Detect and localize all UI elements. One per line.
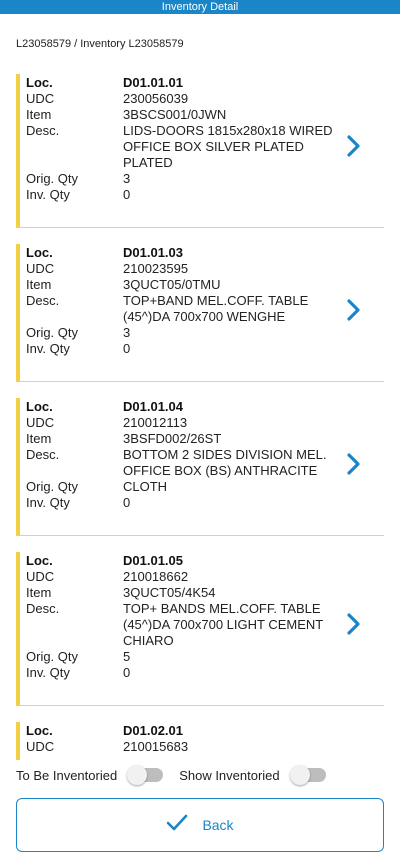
udc-value: 210012113 <box>123 415 188 430</box>
field-label: Desc. <box>26 123 60 138</box>
inventory-list[interactable]: Loc. D01.01.01 UDC 230056039 Item 3BSCS001/… <box>0 70 400 760</box>
field-label: Loc. <box>26 75 53 90</box>
toggle-knob <box>127 765 148 785</box>
show-inventoried-label: Show Inventoried <box>179 767 280 783</box>
inventory-card[interactable]: Loc. D01.01.01 UDC 230056039 Item 3BSCS001/… <box>16 70 384 228</box>
location-value: D01.01.04 <box>123 399 183 414</box>
chevron-right-icon[interactable] <box>344 452 364 476</box>
udc-value: 210015683 <box>123 739 189 754</box>
field-label: Desc. <box>26 293 60 308</box>
back-button[interactable]: Back <box>16 798 384 852</box>
description-value: TOP+BAND MEL.COFF. TABLE (45^)DA 700x700… <box>123 293 309 324</box>
show-inventoried-toggle[interactable] <box>289 765 326 785</box>
field-label: Item <box>26 431 52 446</box>
check-icon <box>166 814 188 837</box>
udc-value: 230056039 <box>123 91 189 106</box>
chevron-right-icon[interactable] <box>344 298 364 322</box>
orig-qty-value: CLOTH <box>123 479 168 494</box>
field-label: Orig. Qty <box>26 171 79 186</box>
chevron-right-icon[interactable] <box>344 612 364 636</box>
field-label: Loc. <box>26 399 53 414</box>
item-value: 3BSFD002/26ST <box>123 431 222 446</box>
field-label: Loc. <box>26 245 53 260</box>
inventory-card[interactable]: Loc. D01.02.01 UDC 210015683 <box>16 718 384 760</box>
field-label: Item <box>26 277 52 292</box>
toggle-knob <box>289 765 310 785</box>
field-label: Desc. <box>26 601 60 616</box>
field-label: Inv. Qty <box>26 187 70 202</box>
back-button-label: Back <box>202 817 234 833</box>
title-bar: Inventory Detail <box>0 0 400 14</box>
field-label: Orig. Qty <box>26 325 79 340</box>
location-value: D01.01.03 <box>123 245 183 260</box>
status-marker <box>16 74 20 227</box>
filter-toggles: To Be Inventoried Show Inventoried <box>16 764 384 786</box>
field-label: UDC <box>26 91 55 106</box>
field-label: UDC <box>26 415 55 430</box>
field-label: UDC <box>26 261 55 276</box>
description-value: TOP+ BANDS MEL.COFF. TABLE (45^)DA 700x7… <box>123 601 323 648</box>
field-label: Inv. Qty <box>26 665 70 680</box>
location-value: D01.02.01 <box>123 723 183 738</box>
status-marker <box>16 244 20 381</box>
inventory-card[interactable]: Loc. D01.01.03 UDC 210023595 Item 3QUCT05/0… <box>16 240 384 382</box>
field-label: Inv. Qty <box>26 341 70 356</box>
field-label: Orig. Qty <box>26 649 79 664</box>
item-value: 3QUCT05/0TMU <box>123 277 221 292</box>
field-label: Item <box>26 107 52 122</box>
orig-qty-value: 3 <box>123 325 131 340</box>
to-be-inventoried-toggle[interactable] <box>127 765 164 785</box>
inv-qty-value: 0 <box>123 495 131 510</box>
field-label: Inv. Qty <box>26 495 70 510</box>
field-label: Item <box>26 585 52 600</box>
item-value: 3BSCS001/0JWN <box>123 107 227 122</box>
status-marker <box>16 722 20 760</box>
udc-value: 210023595 <box>123 261 189 276</box>
field-label: Desc. <box>26 447 60 462</box>
description-value: LIDS-DOORS 1815x280x18 WIRED OFFICE BOX … <box>123 123 333 170</box>
inv-qty-value: 0 <box>123 341 131 356</box>
orig-qty-value: 3 <box>123 171 131 186</box>
breadcrumb: L23058579 / Inventory L23058579 <box>16 38 184 50</box>
orig-qty-value: 5 <box>123 649 131 664</box>
chevron-right-icon[interactable] <box>344 134 364 158</box>
field-label: UDC <box>26 739 55 754</box>
udc-value: 210018662 <box>123 569 189 584</box>
field-label: Orig. Qty <box>26 479 79 494</box>
inventory-card[interactable]: Loc. D01.01.04 UDC 210012113 Item 3BSFD002/… <box>16 394 384 536</box>
description-value: BOTTOM 2 SIDES DIVISION MEL. OFFICE BOX … <box>123 447 327 478</box>
inv-qty-value: 0 <box>123 187 131 202</box>
location-value: D01.01.05 <box>123 553 183 568</box>
status-marker <box>16 398 20 535</box>
field-label: UDC <box>26 569 55 584</box>
inv-qty-value: 0 <box>123 665 131 680</box>
page-title: Inventory Detail <box>161 1 239 13</box>
field-label: Loc. <box>26 723 53 738</box>
status-marker <box>16 552 20 705</box>
field-label: Loc. <box>26 553 53 568</box>
item-value: 3QUCT05/4K54 <box>123 585 216 600</box>
inventory-card[interactable]: Loc. D01.01.05 UDC 210018662 Item 3QUCT05/4… <box>16 548 384 706</box>
location-value: D01.01.01 <box>123 75 183 90</box>
to-be-inventoried-label: To Be Inventoried <box>16 767 118 783</box>
